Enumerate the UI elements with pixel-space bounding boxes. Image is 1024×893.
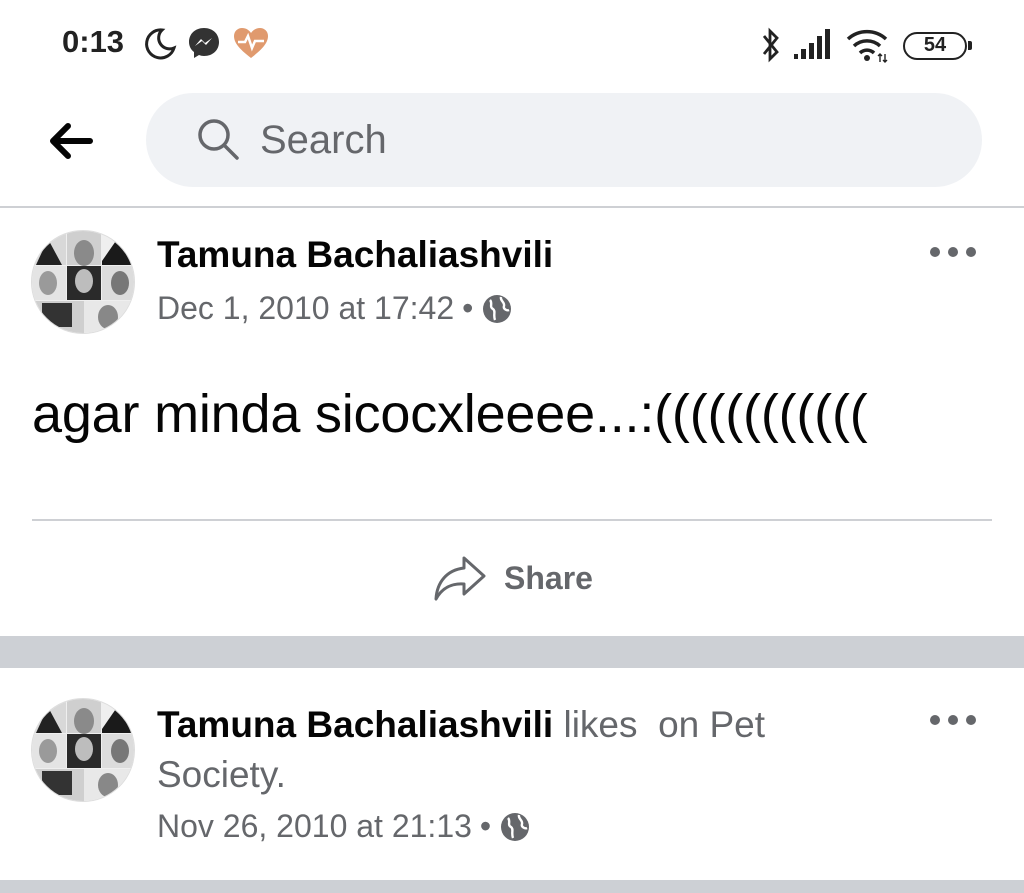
- post-action: likes: [563, 704, 638, 745]
- signal-icon: [794, 29, 830, 59]
- search-icon: [198, 119, 239, 160]
- more-options-button[interactable]: [930, 710, 976, 730]
- post-card: Tamuna Bachaliashvili Dec 1, 2010 at 17:…: [0, 208, 1024, 636]
- search-input[interactable]: [258, 111, 938, 169]
- share-button[interactable]: Share: [432, 550, 593, 606]
- globe-icon: [501, 813, 530, 841]
- wifi-icon: [846, 29, 888, 63]
- search-header: [0, 90, 1024, 208]
- arrow-left-icon: [50, 123, 93, 159]
- moon-icon: [145, 28, 177, 60]
- battery-icon: 54: [903, 32, 972, 60]
- avatar[interactable]: [31, 698, 135, 802]
- feed-separator: [0, 880, 1024, 893]
- meta-separator: •: [462, 290, 474, 326]
- search-bar[interactable]: [146, 93, 982, 187]
- avatar-photo: [32, 231, 134, 333]
- post-meta: Nov 26, 2010 at 21:13 •: [157, 808, 531, 845]
- meta-separator: •: [479, 808, 492, 844]
- post-story-line: Tamuna Bachaliashvili likes on Pet Socie…: [157, 700, 857, 800]
- bluetooth-icon: [762, 27, 779, 63]
- heart-pulse-icon: [234, 28, 268, 58]
- messenger-icon: [189, 28, 219, 58]
- post-text: agar minda sicocxleeee...:((((((((((((: [32, 384, 868, 444]
- globe-icon: [483, 295, 512, 323]
- post-author[interactable]: Tamuna Bachaliashvili: [157, 704, 553, 745]
- post-timestamp[interactable]: Dec 1, 2010 at 17:42: [157, 290, 454, 326]
- more-options-button[interactable]: [930, 242, 976, 262]
- share-label: Share: [504, 559, 593, 596]
- post-divider: [32, 519, 992, 521]
- post-timestamp[interactable]: Nov 26, 2010 at 21:13: [157, 808, 472, 844]
- post-card: Tamuna Bachaliashvili likes on Pet Socie…: [0, 668, 1024, 880]
- feed-separator: [0, 636, 1024, 668]
- post-author[interactable]: Tamuna Bachaliashvili: [157, 234, 553, 276]
- status-bar: 0:13 54: [0, 0, 1024, 90]
- status-time: 0:13: [62, 24, 125, 59]
- avatar[interactable]: [31, 230, 135, 334]
- avatar-photo: [32, 699, 134, 801]
- back-button[interactable]: [44, 118, 100, 164]
- post-meta: Dec 1, 2010 at 17:42 •: [157, 290, 513, 327]
- share-icon: [434, 556, 486, 601]
